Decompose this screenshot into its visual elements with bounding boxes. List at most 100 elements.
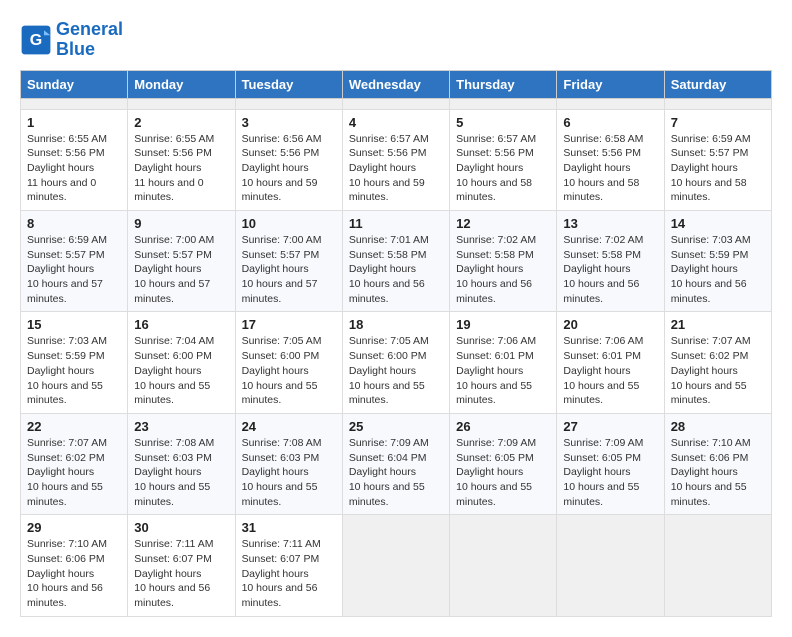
day-header-wednesday: Wednesday	[342, 70, 449, 98]
day-cell: 27 Sunrise: 7:09 AM Sunset: 6:05 PM Dayl…	[557, 413, 664, 514]
day-number: 7	[671, 115, 765, 130]
day-cell: 10 Sunrise: 7:00 AM Sunset: 5:57 PM Dayl…	[235, 211, 342, 312]
week-row-0	[21, 98, 772, 109]
day-info: Sunrise: 7:03 AM Sunset: 5:59 PM Dayligh…	[671, 233, 765, 306]
day-number: 17	[242, 317, 336, 332]
day-header-friday: Friday	[557, 70, 664, 98]
week-row-3: 15 Sunrise: 7:03 AM Sunset: 5:59 PM Dayl…	[21, 312, 772, 413]
day-number: 25	[349, 419, 443, 434]
header: G General Blue	[20, 20, 772, 60]
day-number: 20	[563, 317, 657, 332]
day-info: Sunrise: 7:10 AM Sunset: 6:06 PM Dayligh…	[27, 537, 121, 610]
day-number: 9	[134, 216, 228, 231]
day-cell	[664, 515, 771, 616]
day-info: Sunrise: 7:02 AM Sunset: 5:58 PM Dayligh…	[563, 233, 657, 306]
day-cell: 6 Sunrise: 6:58 AM Sunset: 5:56 PM Dayli…	[557, 109, 664, 210]
day-cell: 19 Sunrise: 7:06 AM Sunset: 6:01 PM Dayl…	[450, 312, 557, 413]
day-cell	[450, 515, 557, 616]
day-cell: 24 Sunrise: 7:08 AM Sunset: 6:03 PM Dayl…	[235, 413, 342, 514]
day-number: 30	[134, 520, 228, 535]
day-cell: 11 Sunrise: 7:01 AM Sunset: 5:58 PM Dayl…	[342, 211, 449, 312]
day-info: Sunrise: 7:09 AM Sunset: 6:05 PM Dayligh…	[456, 436, 550, 509]
logo: G General Blue	[20, 20, 123, 60]
week-row-5: 29 Sunrise: 7:10 AM Sunset: 6:06 PM Dayl…	[21, 515, 772, 616]
day-number: 26	[456, 419, 550, 434]
day-info: Sunrise: 7:07 AM Sunset: 6:02 PM Dayligh…	[27, 436, 121, 509]
day-info: Sunrise: 7:03 AM Sunset: 5:59 PM Dayligh…	[27, 334, 121, 407]
day-cell: 17 Sunrise: 7:05 AM Sunset: 6:00 PM Dayl…	[235, 312, 342, 413]
day-cell	[557, 98, 664, 109]
day-info: Sunrise: 6:56 AM Sunset: 5:56 PM Dayligh…	[242, 132, 336, 205]
day-cell	[557, 515, 664, 616]
day-info: Sunrise: 7:06 AM Sunset: 6:01 PM Dayligh…	[456, 334, 550, 407]
day-number: 13	[563, 216, 657, 231]
day-number: 14	[671, 216, 765, 231]
day-cell: 8 Sunrise: 6:59 AM Sunset: 5:57 PM Dayli…	[21, 211, 128, 312]
day-number: 18	[349, 317, 443, 332]
day-info: Sunrise: 6:55 AM Sunset: 5:56 PM Dayligh…	[134, 132, 228, 205]
day-number: 27	[563, 419, 657, 434]
day-number: 1	[27, 115, 121, 130]
day-header-tuesday: Tuesday	[235, 70, 342, 98]
day-header-sunday: Sunday	[21, 70, 128, 98]
week-row-1: 1 Sunrise: 6:55 AM Sunset: 5:56 PM Dayli…	[21, 109, 772, 210]
week-row-4: 22 Sunrise: 7:07 AM Sunset: 6:02 PM Dayl…	[21, 413, 772, 514]
day-info: Sunrise: 7:00 AM Sunset: 5:57 PM Dayligh…	[242, 233, 336, 306]
day-info: Sunrise: 6:57 AM Sunset: 5:56 PM Dayligh…	[456, 132, 550, 205]
day-cell: 18 Sunrise: 7:05 AM Sunset: 6:00 PM Dayl…	[342, 312, 449, 413]
day-cell: 7 Sunrise: 6:59 AM Sunset: 5:57 PM Dayli…	[664, 109, 771, 210]
day-cell: 20 Sunrise: 7:06 AM Sunset: 6:01 PM Dayl…	[557, 312, 664, 413]
logo-icon: G	[20, 24, 52, 56]
day-cell: 3 Sunrise: 6:56 AM Sunset: 5:56 PM Dayli…	[235, 109, 342, 210]
day-cell	[664, 98, 771, 109]
day-cell: 16 Sunrise: 7:04 AM Sunset: 6:00 PM Dayl…	[128, 312, 235, 413]
day-cell: 30 Sunrise: 7:11 AM Sunset: 6:07 PM Dayl…	[128, 515, 235, 616]
day-number: 21	[671, 317, 765, 332]
day-cell: 29 Sunrise: 7:10 AM Sunset: 6:06 PM Dayl…	[21, 515, 128, 616]
day-cell: 25 Sunrise: 7:09 AM Sunset: 6:04 PM Dayl…	[342, 413, 449, 514]
day-cell	[235, 98, 342, 109]
svg-text:G: G	[30, 32, 42, 49]
day-cell	[21, 98, 128, 109]
day-number: 4	[349, 115, 443, 130]
day-info: Sunrise: 6:59 AM Sunset: 5:57 PM Dayligh…	[27, 233, 121, 306]
day-header-thursday: Thursday	[450, 70, 557, 98]
day-number: 6	[563, 115, 657, 130]
day-cell: 26 Sunrise: 7:09 AM Sunset: 6:05 PM Dayl…	[450, 413, 557, 514]
day-cell: 9 Sunrise: 7:00 AM Sunset: 5:57 PM Dayli…	[128, 211, 235, 312]
day-info: Sunrise: 7:08 AM Sunset: 6:03 PM Dayligh…	[242, 436, 336, 509]
day-info: Sunrise: 7:07 AM Sunset: 6:02 PM Dayligh…	[671, 334, 765, 407]
day-info: Sunrise: 6:58 AM Sunset: 5:56 PM Dayligh…	[563, 132, 657, 205]
day-number: 11	[349, 216, 443, 231]
day-info: Sunrise: 7:05 AM Sunset: 6:00 PM Dayligh…	[349, 334, 443, 407]
day-header-monday: Monday	[128, 70, 235, 98]
day-info: Sunrise: 7:11 AM Sunset: 6:07 PM Dayligh…	[242, 537, 336, 610]
day-number: 3	[242, 115, 336, 130]
day-cell: 1 Sunrise: 6:55 AM Sunset: 5:56 PM Dayli…	[21, 109, 128, 210]
day-number: 22	[27, 419, 121, 434]
day-cell: 13 Sunrise: 7:02 AM Sunset: 5:58 PM Dayl…	[557, 211, 664, 312]
day-number: 2	[134, 115, 228, 130]
day-number: 24	[242, 419, 336, 434]
day-info: Sunrise: 7:02 AM Sunset: 5:58 PM Dayligh…	[456, 233, 550, 306]
day-cell	[342, 98, 449, 109]
day-number: 8	[27, 216, 121, 231]
day-info: Sunrise: 7:01 AM Sunset: 5:58 PM Dayligh…	[349, 233, 443, 306]
week-row-2: 8 Sunrise: 6:59 AM Sunset: 5:57 PM Dayli…	[21, 211, 772, 312]
day-cell: 14 Sunrise: 7:03 AM Sunset: 5:59 PM Dayl…	[664, 211, 771, 312]
day-cell: 2 Sunrise: 6:55 AM Sunset: 5:56 PM Dayli…	[128, 109, 235, 210]
day-info: Sunrise: 6:59 AM Sunset: 5:57 PM Dayligh…	[671, 132, 765, 205]
day-info: Sunrise: 7:09 AM Sunset: 6:04 PM Dayligh…	[349, 436, 443, 509]
day-header-saturday: Saturday	[664, 70, 771, 98]
day-cell	[128, 98, 235, 109]
day-info: Sunrise: 7:11 AM Sunset: 6:07 PM Dayligh…	[134, 537, 228, 610]
day-info: Sunrise: 7:09 AM Sunset: 6:05 PM Dayligh…	[563, 436, 657, 509]
day-cell	[450, 98, 557, 109]
day-cell: 4 Sunrise: 6:57 AM Sunset: 5:56 PM Dayli…	[342, 109, 449, 210]
day-number: 31	[242, 520, 336, 535]
day-info: Sunrise: 6:55 AM Sunset: 5:56 PM Dayligh…	[27, 132, 121, 205]
day-cell: 22 Sunrise: 7:07 AM Sunset: 6:02 PM Dayl…	[21, 413, 128, 514]
day-info: Sunrise: 7:00 AM Sunset: 5:57 PM Dayligh…	[134, 233, 228, 306]
day-cell: 23 Sunrise: 7:08 AM Sunset: 6:03 PM Dayl…	[128, 413, 235, 514]
day-cell: 5 Sunrise: 6:57 AM Sunset: 5:56 PM Dayli…	[450, 109, 557, 210]
